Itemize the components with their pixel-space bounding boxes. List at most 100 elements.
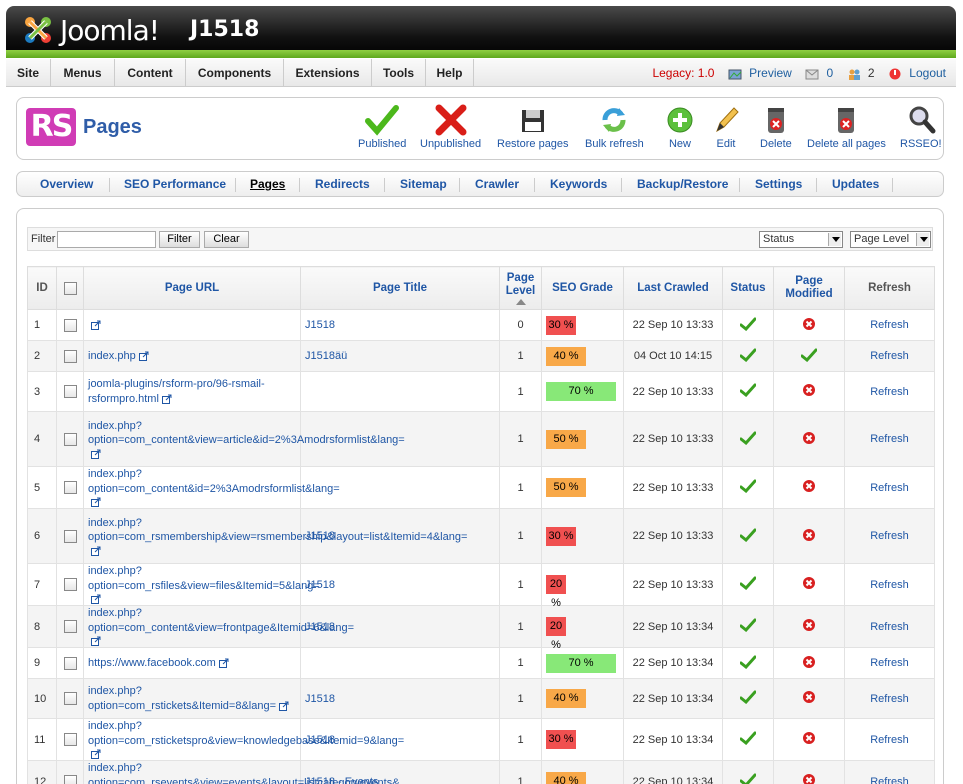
tab-redirects[interactable]: Redirects xyxy=(315,172,370,198)
tab-updates[interactable]: Updates xyxy=(832,172,879,198)
new-button[interactable]: New xyxy=(665,104,695,150)
preview-link[interactable]: Preview xyxy=(749,66,792,80)
external-link-icon[interactable] xyxy=(91,449,101,459)
refresh-link[interactable]: Refresh xyxy=(870,350,909,362)
delete-button[interactable]: Delete xyxy=(760,104,792,150)
page-title-link[interactable]: J1518 xyxy=(305,693,335,705)
row-checkbox[interactable] xyxy=(63,432,77,446)
row-checkbox[interactable] xyxy=(63,733,77,746)
refresh-link[interactable]: Refresh xyxy=(870,386,909,398)
page-title-link[interactable]: J1518 - Events xyxy=(305,776,378,784)
page-url-link[interactable]: index.php?option=com_rstickets&Itemid=8&… xyxy=(88,685,276,712)
external-link-icon[interactable] xyxy=(91,546,101,556)
external-link-icon[interactable] xyxy=(91,497,101,508)
cell-status[interactable] xyxy=(722,411,774,467)
menu-menus[interactable]: Menus xyxy=(51,59,115,87)
external-link-icon[interactable] xyxy=(218,658,229,668)
menu-content[interactable]: Content xyxy=(115,59,186,87)
row-checkbox[interactable] xyxy=(63,656,77,670)
tab-keywords[interactable]: Keywords xyxy=(550,172,607,198)
external-link-icon[interactable] xyxy=(91,636,101,647)
col-page-modified[interactable]: Page Modified xyxy=(773,266,845,310)
row-checkbox[interactable] xyxy=(63,578,77,591)
logout-link[interactable]: Logout xyxy=(909,66,946,80)
row-checkbox[interactable] xyxy=(63,349,77,363)
page-level-select[interactable]: Page Level xyxy=(850,231,931,248)
cell-status[interactable] xyxy=(722,563,774,606)
cell-status[interactable] xyxy=(722,760,774,784)
row-checkbox[interactable] xyxy=(63,529,77,543)
users-count[interactable]: 2 xyxy=(868,66,875,80)
status-select[interactable]: Status xyxy=(759,231,843,248)
refresh-link[interactable]: Refresh xyxy=(870,776,909,784)
col-id[interactable]: ID xyxy=(27,266,57,310)
col-seo-grade[interactable]: SEO Grade xyxy=(541,266,624,310)
page-url-link[interactable]: index.php?option=com_rsfiles&view=files&… xyxy=(88,565,320,592)
menu-help[interactable]: Help xyxy=(426,59,474,87)
page-title-link[interactable]: J1518 xyxy=(305,530,335,542)
rsseo-button[interactable]: RSSEO! xyxy=(900,104,942,150)
external-link-icon[interactable] xyxy=(91,749,101,760)
cell-status[interactable] xyxy=(722,309,774,341)
cell-status[interactable] xyxy=(722,508,774,564)
refresh-link[interactable]: Refresh xyxy=(870,579,909,591)
bulk-refresh-button[interactable]: Bulk refresh xyxy=(585,104,644,150)
row-checkbox[interactable] xyxy=(63,775,77,784)
row-checkbox[interactable] xyxy=(63,620,77,633)
page-title-link[interactable]: J1518 xyxy=(305,319,335,331)
refresh-link[interactable]: Refresh xyxy=(870,734,909,746)
cell-status[interactable] xyxy=(722,466,774,509)
tab-sitemap[interactable]: Sitemap xyxy=(400,172,447,198)
page-title-link[interactable]: J1518 xyxy=(305,734,335,746)
messages-count[interactable]: 0 xyxy=(827,66,834,80)
restore-pages-button[interactable]: Restore pages xyxy=(497,104,569,150)
row-checkbox[interactable] xyxy=(63,692,77,705)
row-checkbox[interactable] xyxy=(63,385,77,398)
refresh-link[interactable]: Refresh xyxy=(870,657,909,669)
cell-status[interactable] xyxy=(722,605,774,648)
tab-backup-restore[interactable]: Backup/Restore xyxy=(637,172,728,198)
row-checkbox[interactable] xyxy=(63,318,77,332)
cell-status[interactable] xyxy=(722,678,774,719)
refresh-link[interactable]: Refresh xyxy=(870,433,909,445)
refresh-link[interactable]: Refresh xyxy=(870,693,909,705)
page-url-link[interactable]: index.php xyxy=(88,350,136,362)
page-url-link[interactable]: joomla-plugins/rsform-pro/96-rsmail-rsfo… xyxy=(88,378,265,405)
tab-seo-performance[interactable]: SEO Performance xyxy=(124,172,226,198)
menu-components[interactable]: Components xyxy=(186,59,284,87)
tab-pages[interactable]: Pages xyxy=(250,172,285,198)
page-title-link[interactable]: J1518äü xyxy=(305,350,347,362)
menu-extensions[interactable]: Extensions xyxy=(284,59,372,87)
external-link-icon[interactable] xyxy=(91,320,101,330)
cell-status[interactable] xyxy=(722,718,774,761)
col-status[interactable]: Status xyxy=(722,266,774,310)
external-link-icon[interactable] xyxy=(138,351,149,361)
filter-button[interactable]: Filter xyxy=(159,231,200,248)
col-page-url[interactable]: Page URL xyxy=(83,266,301,310)
filter-input[interactable] xyxy=(57,231,156,248)
row-checkbox[interactable] xyxy=(63,481,77,494)
published-button[interactable]: Published xyxy=(358,104,406,150)
menu-tools[interactable]: Tools xyxy=(372,59,426,87)
cell-status[interactable] xyxy=(722,371,774,412)
col-page-title[interactable]: Page Title xyxy=(300,266,500,310)
page-title-link[interactable]: J1518 xyxy=(305,621,335,633)
page-url-link[interactable]: https://www.facebook.com xyxy=(88,657,216,669)
cell-status[interactable] xyxy=(722,647,774,679)
page-title-link[interactable]: J1518 xyxy=(305,579,335,591)
unpublished-button[interactable]: Unpublished xyxy=(420,104,481,150)
edit-button[interactable]: Edit xyxy=(711,104,741,150)
external-link-icon[interactable] xyxy=(91,594,101,605)
col-page-level[interactable]: Page Level xyxy=(499,266,542,310)
delete-all-pages-button[interactable]: Delete all pages xyxy=(807,104,886,150)
tab-settings[interactable]: Settings xyxy=(755,172,802,198)
cell-status[interactable] xyxy=(722,340,774,372)
refresh-link[interactable]: Refresh xyxy=(870,621,909,633)
refresh-link[interactable]: Refresh xyxy=(870,482,909,494)
tab-crawler[interactable]: Crawler xyxy=(475,172,519,198)
tab-overview[interactable]: Overview xyxy=(40,172,93,198)
external-link-icon[interactable] xyxy=(279,701,289,711)
clear-button[interactable]: Clear xyxy=(204,231,249,248)
refresh-link[interactable]: Refresh xyxy=(870,530,909,542)
col-last-crawled[interactable]: Last Crawled xyxy=(623,266,723,310)
